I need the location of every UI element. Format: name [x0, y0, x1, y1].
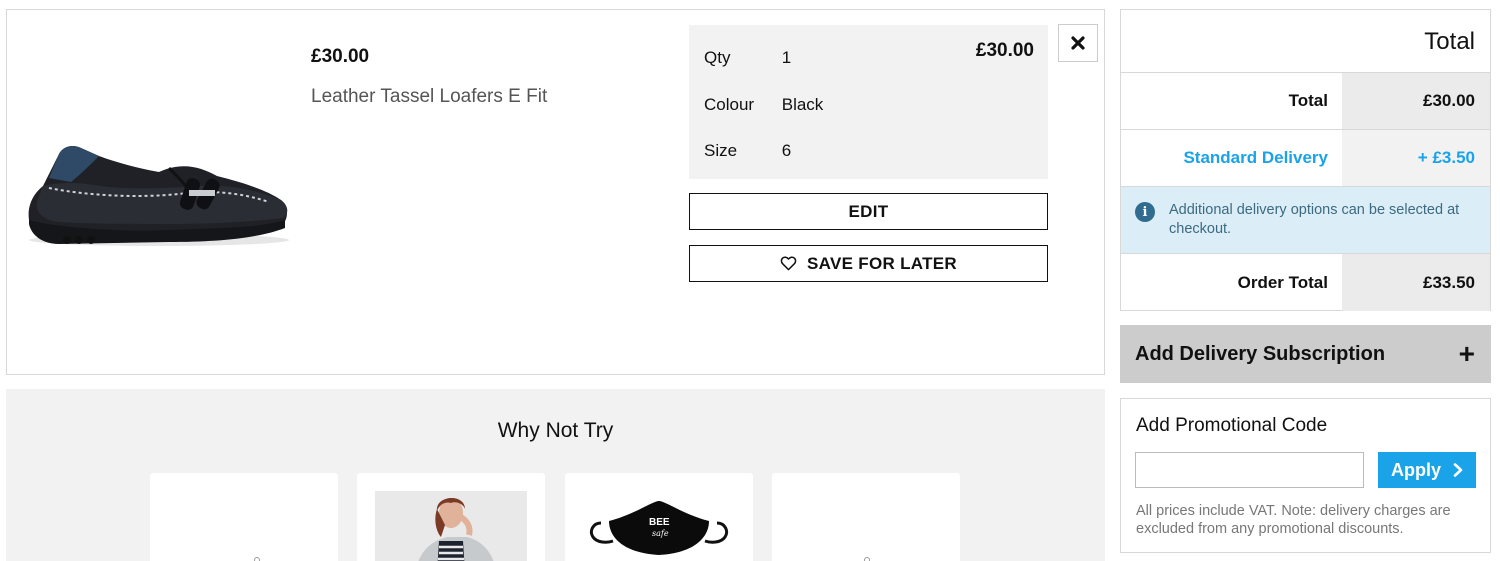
close-icon	[1071, 36, 1085, 50]
recommendation-card-1[interactable]	[150, 473, 338, 561]
why-not-try-section: Why Not Try BEE safe	[6, 389, 1105, 561]
order-total-label: Order Total	[1237, 272, 1328, 292]
save-for-later-button[interactable]: SAVE FOR LATER	[689, 245, 1048, 282]
product-image[interactable]	[19, 128, 291, 258]
delivery-info-message: i Additional delivery options can be sel…	[1121, 187, 1490, 254]
order-totals-panel: Total Total £30.00 Standard Delivery + £…	[1120, 9, 1491, 311]
order-total-value: £33.50	[1342, 254, 1490, 311]
plus-icon: +	[1458, 338, 1475, 369]
apply-button-label: Apply	[1390, 459, 1441, 480]
recommendation-image: BEE safe	[583, 491, 735, 561]
product-options: Qty 1 Colour Black Size 6 £30.00	[689, 25, 1048, 179]
recommendation-card-3[interactable]: BEE safe	[565, 473, 753, 561]
mask-print-script: safe	[652, 529, 669, 538]
mask-print-text: BEE	[649, 517, 670, 528]
heart-icon	[780, 256, 797, 271]
delivery-info-text: Additional delivery options can be selec…	[1169, 202, 1460, 237]
option-value: 1	[781, 48, 792, 67]
product-name[interactable]: Leather Tassel Loafers E Fit	[311, 86, 547, 108]
option-label: Colour	[704, 95, 755, 114]
image-loading-indicator	[864, 557, 870, 561]
delivery-label[interactable]: Standard Delivery	[1121, 130, 1342, 186]
why-not-try-title: Why Not Try	[497, 419, 614, 442]
basket-item: £30.00 Leather Tassel Loafers E Fit Qty …	[6, 9, 1105, 375]
subtotal-label: Total	[1288, 91, 1328, 110]
option-row-colour: Colour Black	[704, 95, 823, 115]
info-icon: i	[1135, 202, 1155, 222]
save-for-later-label: SAVE FOR LATER	[807, 253, 957, 273]
option-row-qty: Qty 1	[704, 48, 791, 68]
add-delivery-subscription-toggle[interactable]: Add Delivery Subscription +	[1120, 325, 1491, 383]
basket-page: £30.00 Leather Tassel Loafers E Fit Qty …	[0, 0, 1500, 561]
delivery-row[interactable]: Standard Delivery + £3.50	[1121, 130, 1490, 187]
chevron-right-icon	[1453, 463, 1463, 477]
option-value: Black	[781, 95, 824, 114]
order-total-row: Order Total £33.50	[1121, 254, 1490, 311]
line-total: £30.00	[975, 40, 1034, 61]
recommendation-card-2[interactable]	[357, 473, 545, 561]
delivery-value: + £3.50	[1342, 130, 1490, 186]
recommendation-card-4[interactable]	[772, 473, 960, 561]
totals-heading: Total	[1121, 10, 1490, 73]
promo-code-input[interactable]	[1135, 452, 1364, 488]
option-label: Size	[704, 141, 738, 160]
recommendation-image	[375, 491, 527, 561]
image-loading-indicator	[254, 557, 260, 561]
apply-promo-button[interactable]: Apply	[1378, 452, 1476, 488]
option-label: Qty	[704, 48, 731, 67]
edit-button[interactable]: EDIT	[689, 193, 1048, 230]
option-value: 6	[781, 141, 792, 160]
subtotal-value: £30.00	[1342, 73, 1490, 129]
subscription-label: Add Delivery Subscription	[1135, 342, 1386, 365]
promo-code-title: Add Promotional Code	[1136, 415, 1328, 436]
option-row-size: Size 6	[704, 141, 791, 161]
product-price: £30.00	[311, 46, 370, 67]
edit-button-label: EDIT	[848, 201, 889, 221]
promo-code-panel: Add Promotional Code Apply All prices in…	[1120, 398, 1491, 553]
remove-item-button[interactable]	[1058, 24, 1098, 62]
promo-vat-note: All prices include VAT. Note: delivery c…	[1136, 503, 1451, 537]
subtotal-row: Total £30.00	[1121, 73, 1490, 130]
